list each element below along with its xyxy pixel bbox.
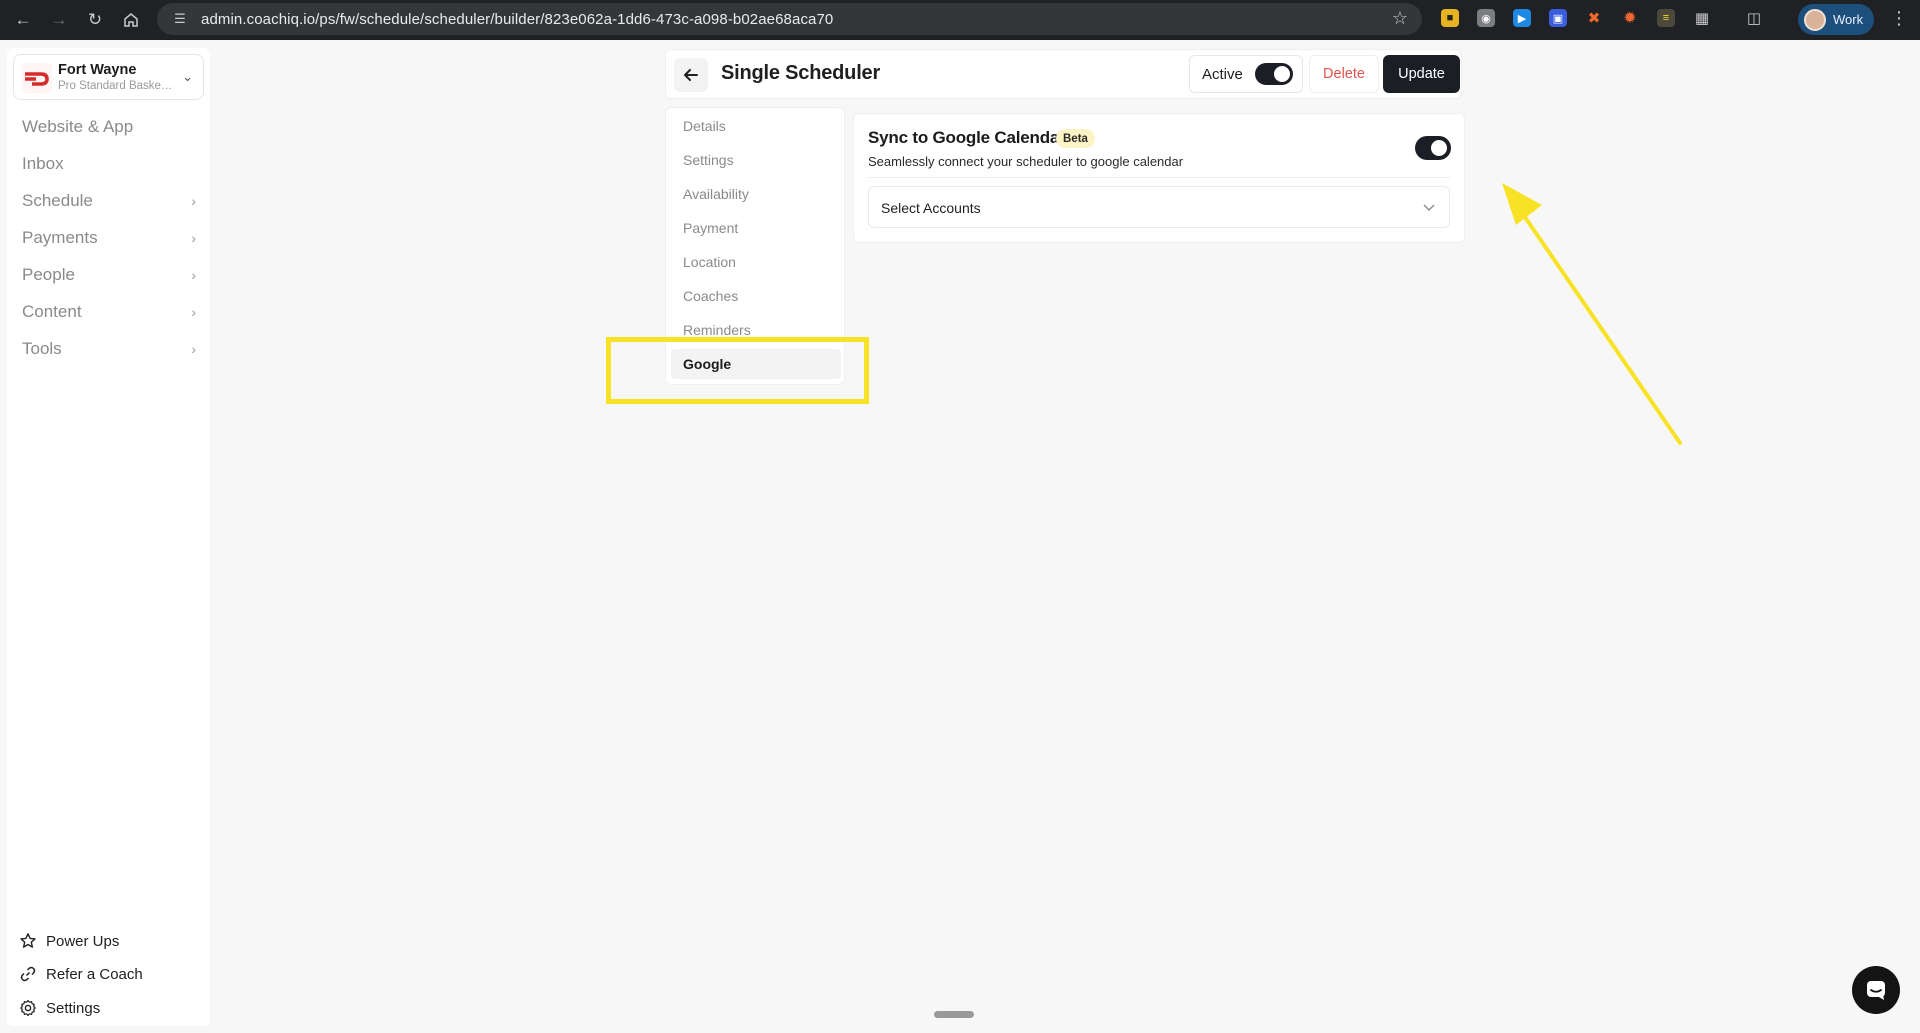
extension-burst-icon[interactable]: ✹ — [1621, 9, 1639, 27]
sidebar-power-ups[interactable]: Power Ups — [19, 928, 119, 954]
sidebar-item-label: Tools — [22, 339, 62, 358]
org-logo — [22, 63, 52, 93]
profile-name: Work — [1833, 12, 1864, 27]
page-header: Single Scheduler Active Delete Update — [665, 49, 1462, 99]
gear-icon — [19, 999, 37, 1017]
address-bar[interactable]: ☰ admin.coachiq.io/ps/fw/schedule/schedu… — [157, 3, 1422, 35]
extension-list-icon[interactable]: ≡ — [1657, 9, 1675, 27]
toggle-knob — [1431, 140, 1447, 156]
select-accounts-dropdown[interactable]: Select Accounts — [868, 186, 1450, 228]
chevron-right-icon: › — [191, 193, 196, 209]
tab-search-icon[interactable]: ◫ — [1745, 9, 1763, 27]
update-button[interactable]: Update — [1383, 55, 1460, 93]
home-icon[interactable] — [114, 3, 148, 37]
section-tab-coaches[interactable]: Coaches — [671, 281, 841, 311]
chevron-right-icon: › — [191, 304, 196, 320]
delete-button[interactable]: Delete — [1309, 55, 1379, 93]
back-button[interactable] — [674, 58, 708, 92]
sidebar-item-label: Schedule — [22, 191, 93, 210]
browser-toolbar: ← → ↻ ☰ admin.coachiq.io/ps/fw/schedule/… — [0, 0, 1920, 40]
org-name: Fort Wayne — [58, 62, 137, 78]
sidebar-item-label: Inbox — [22, 154, 64, 173]
google-sync-panel: Sync to Google Calendar Beta Seamlessly … — [853, 113, 1465, 243]
annotation-arrow — [1502, 183, 1682, 445]
beta-badge: Beta — [1056, 129, 1095, 148]
sidebar-item-label: People — [22, 265, 75, 284]
sidebar-item-people[interactable]: People › — [22, 260, 202, 290]
sidebar-refer-coach[interactable]: Refer a Coach — [19, 961, 143, 987]
chevron-right-icon: › — [191, 267, 196, 283]
forward-icon[interactable]: → — [42, 3, 76, 37]
sidebar-item-schedule[interactable]: Schedule › — [22, 186, 202, 216]
chat-icon — [1867, 981, 1885, 1000]
active-label: Active — [1202, 66, 1243, 83]
google-sync-toggle[interactable] — [1415, 136, 1451, 160]
sidebar-item-tools[interactable]: Tools › — [22, 334, 202, 364]
sidebar: Fort Wayne Pro Standard Basketball ⌄ Web… — [7, 48, 210, 1026]
org-subtitle: Pro Standard Basketball — [58, 80, 174, 92]
sidebar-footer-label: Settings — [46, 999, 101, 1017]
chevron-down-icon — [1423, 204, 1435, 211]
section-tab-availability[interactable]: Availability — [671, 179, 841, 209]
avatar — [1804, 8, 1826, 31]
arrow-left-icon — [684, 69, 698, 81]
sidebar-item-label: Content — [22, 302, 82, 321]
section-tab-payment[interactable]: Payment — [671, 213, 841, 243]
site-info-icon[interactable]: ☰ — [165, 11, 195, 27]
back-icon[interactable]: ← — [6, 3, 40, 37]
chat-button[interactable] — [1852, 966, 1900, 1014]
section-tab-settings[interactable]: Settings — [671, 145, 841, 175]
sidebar-item-label: Website & App — [22, 117, 134, 136]
divider — [868, 177, 1450, 178]
bookmark-star-icon[interactable]: ☆ — [1392, 8, 1408, 29]
select-placeholder: Select Accounts — [881, 200, 981, 216]
section-tab-location[interactable]: Location — [671, 247, 841, 277]
extension-note-icon[interactable]: ■ — [1441, 9, 1459, 27]
active-toggle-group: Active — [1189, 55, 1303, 93]
extensions-puzzle-icon[interactable]: ▦ — [1693, 9, 1711, 27]
sidebar-footer-label: Refer a Coach — [46, 965, 143, 983]
sidebar-settings[interactable]: Settings — [19, 995, 100, 1021]
panel-title: Sync to Google Calendar — [868, 128, 1066, 147]
sidebar-item-inbox[interactable]: Inbox — [22, 149, 202, 179]
url-text: admin.coachiq.io/ps/fw/schedule/schedule… — [201, 10, 834, 28]
extension-play-icon[interactable]: ▶ — [1513, 9, 1531, 27]
sidebar-item-content[interactable]: Content › — [22, 297, 202, 327]
star-icon — [19, 932, 37, 950]
extension-cross-icon[interactable]: ✖ — [1585, 9, 1603, 27]
sidebar-item-payments[interactable]: Payments › — [22, 223, 202, 253]
browser-menu-icon[interactable]: ⋮ — [1890, 8, 1908, 29]
sidebar-item-website-app[interactable]: Website & App — [22, 112, 202, 142]
annotation-highlight-box — [606, 337, 869, 404]
extension-blocks-icon[interactable]: ▣ — [1549, 9, 1567, 27]
reload-icon[interactable]: ↻ — [78, 3, 112, 37]
org-switcher[interactable]: Fort Wayne Pro Standard Basketball ⌄ — [13, 54, 204, 100]
active-toggle[interactable] — [1255, 63, 1293, 85]
section-tab-details[interactable]: Details — [671, 111, 841, 141]
panel-description: Seamlessly connect your scheduler to goo… — [868, 154, 1184, 169]
chevron-right-icon: › — [191, 230, 196, 246]
chevron-right-icon: › — [191, 341, 196, 357]
extension-camera-icon[interactable]: ◉ — [1477, 9, 1495, 27]
link-icon — [19, 965, 37, 983]
page-title: Single Scheduler — [721, 62, 881, 84]
scroll-handle[interactable] — [934, 1011, 974, 1018]
profile-chip[interactable]: Work — [1798, 4, 1874, 35]
sidebar-item-label: Payments — [22, 228, 98, 247]
sidebar-footer-label: Power Ups — [46, 932, 120, 950]
chevron-down-icon: ⌄ — [182, 69, 193, 84]
toggle-knob — [1274, 66, 1290, 82]
